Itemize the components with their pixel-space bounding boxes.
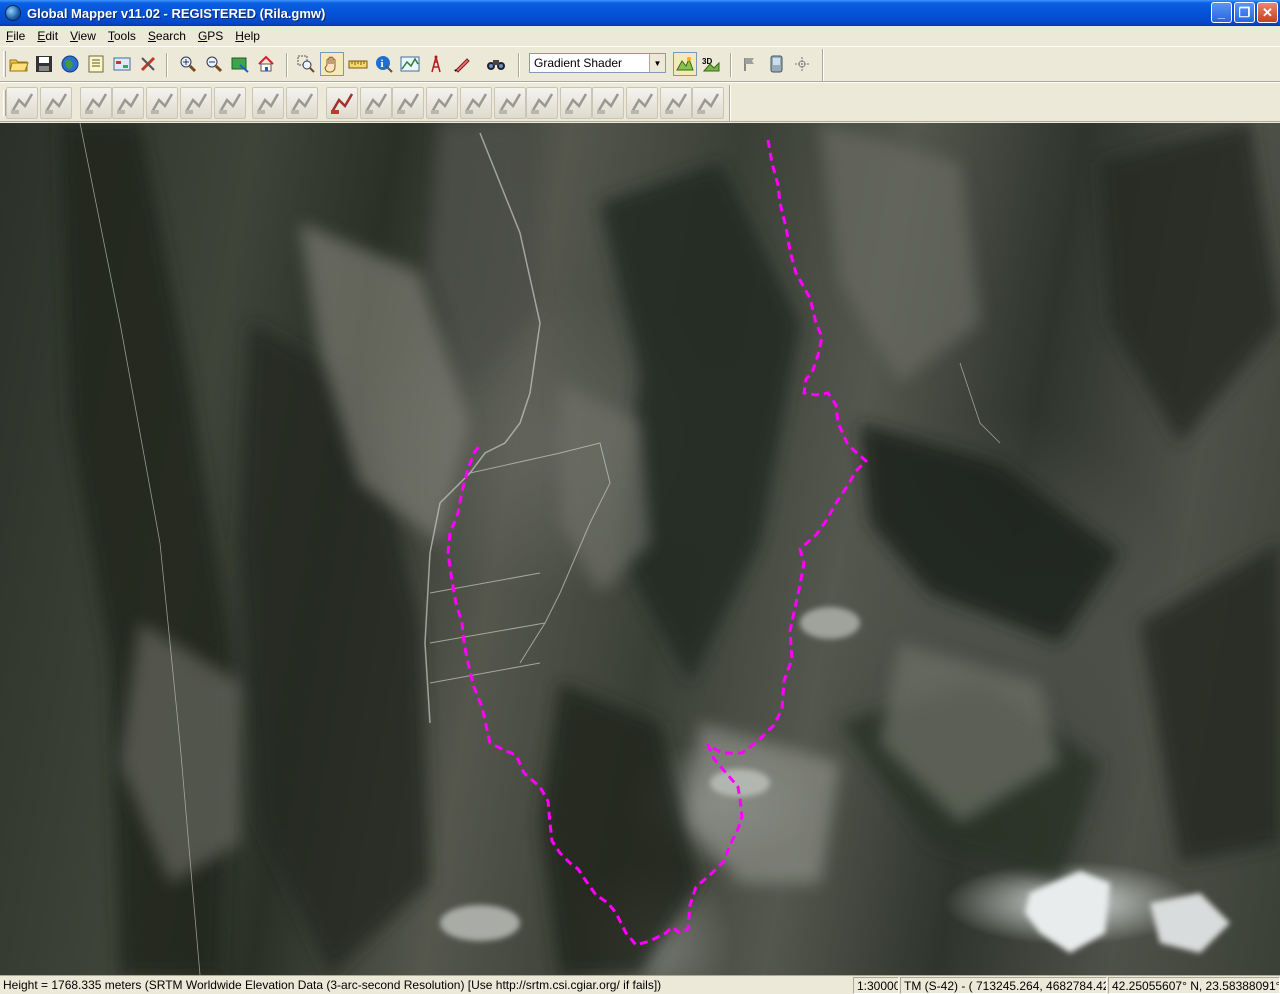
area-crop-icon[interactable]	[426, 87, 458, 119]
gps-icon[interactable]	[738, 52, 762, 76]
toolbar-separator	[518, 53, 520, 77]
toolbar-separator	[286, 53, 288, 77]
main-toolbar: i Gradient Shader ▼ 3D	[0, 46, 1280, 82]
maximize-button[interactable]: ❐	[1234, 2, 1255, 23]
open-icon[interactable]	[7, 52, 31, 76]
insert-vertex-icon[interactable]	[146, 87, 178, 119]
zoom-tool-icon[interactable]	[294, 52, 318, 76]
app-window: Global Mapper v11.02 - REGISTERED (Rila.…	[0, 0, 1280, 994]
gps-device-icon[interactable]	[764, 52, 788, 76]
map-view[interactable]	[0, 123, 1280, 975]
menu-edit[interactable]: Edit	[31, 29, 64, 43]
zoom-out-icon[interactable]	[202, 52, 226, 76]
3d-view-icon[interactable]: 3D	[699, 52, 723, 76]
shader-dropdown-value: Gradient Shader	[534, 56, 623, 70]
combine-areas-icon[interactable]	[460, 87, 492, 119]
grid-icon[interactable]	[626, 87, 658, 119]
shader-dropdown[interactable]: Gradient Shader ▼	[529, 53, 666, 73]
reshape-line-icon[interactable]	[360, 87, 392, 119]
toolbar-separator	[729, 85, 731, 121]
status-lat-lon: 42.25055607° N, 23.58388091° E	[1108, 977, 1280, 994]
window-title: Global Mapper v11.02 - REGISTERED (Rila.…	[27, 5, 326, 21]
smooth-line-icon[interactable]	[392, 87, 424, 119]
path-profile-icon[interactable]	[398, 52, 422, 76]
save-icon[interactable]	[32, 52, 56, 76]
menu-search[interactable]: Search	[142, 29, 192, 43]
config-icon[interactable]	[110, 52, 134, 76]
toolbar-separator	[822, 49, 824, 81]
menu-tools[interactable]: Tools	[102, 29, 142, 43]
title-bar[interactable]: Global Mapper v11.02 - REGISTERED (Rila.…	[0, 0, 1280, 26]
area-from-lines-icon[interactable]	[112, 87, 144, 119]
full-view-icon[interactable]	[228, 52, 252, 76]
toolbar-grip[interactable]	[3, 51, 6, 77]
menu-bar: File Edit View Tools Search GPS Help	[0, 26, 1280, 46]
search-binoculars-icon[interactable]	[484, 52, 508, 76]
buffer-icon[interactable]	[560, 87, 592, 119]
area-split-icon[interactable]	[660, 87, 692, 119]
menu-gps[interactable]: GPS	[192, 29, 229, 43]
toolbar-separator	[730, 53, 732, 77]
zoom-in-icon[interactable]	[176, 52, 200, 76]
chevron-down-icon[interactable]: ▼	[649, 54, 665, 72]
move-feature-icon[interactable]	[40, 87, 72, 119]
pan-tool-icon[interactable]	[320, 52, 344, 76]
minimize-button[interactable]: _	[1211, 2, 1232, 23]
menu-file[interactable]: File	[0, 29, 31, 43]
create-area-icon[interactable]	[80, 87, 112, 119]
home-icon[interactable]	[254, 52, 278, 76]
status-projection-coords: TM (S-42) - ( 713245.264, 4682784.420 )	[900, 977, 1107, 994]
status-map-scale: 1:30000	[853, 977, 899, 994]
view-shed-icon[interactable]	[424, 52, 448, 76]
gps-track-icon[interactable]	[790, 52, 814, 76]
line-from-point-icon[interactable]	[286, 87, 318, 119]
shader-icon[interactable]	[673, 52, 697, 76]
status-bar: Height = 1768.335 meters (SRTM Worldwide…	[0, 975, 1280, 994]
tools-icon[interactable]	[136, 52, 160, 76]
measure-tool-icon[interactable]	[346, 52, 370, 76]
svg-text:i: i	[381, 58, 384, 70]
shape-icon[interactable]	[692, 87, 724, 119]
split-area-icon[interactable]	[180, 87, 212, 119]
create-line-icon[interactable]	[252, 87, 284, 119]
intersect-areas-icon[interactable]	[526, 87, 558, 119]
digitizer-icon[interactable]	[450, 52, 474, 76]
menu-view[interactable]: View	[64, 29, 102, 43]
overlay-control-icon[interactable]	[84, 52, 108, 76]
feature-info-icon[interactable]: i	[372, 52, 396, 76]
toolbar-separator	[166, 53, 168, 77]
terrain-imagery	[60, 123, 1280, 975]
status-height-readout: Height = 1768.335 meters (SRTM Worldwide…	[3, 978, 662, 992]
area-rotate-icon[interactable]	[214, 87, 246, 119]
draw-line-icon[interactable]	[326, 87, 358, 119]
close-button[interactable]: ✕	[1257, 2, 1278, 23]
union-areas-icon[interactable]	[494, 87, 526, 119]
merge-icon[interactable]	[592, 87, 624, 119]
globe-icon[interactable]	[58, 52, 82, 76]
menu-help[interactable]: Help	[229, 29, 266, 43]
global-mapper-app-icon[interactable]	[5, 5, 21, 21]
digitizer-toolbar	[0, 82, 1280, 122]
edit-feature-icon[interactable]	[6, 87, 38, 119]
